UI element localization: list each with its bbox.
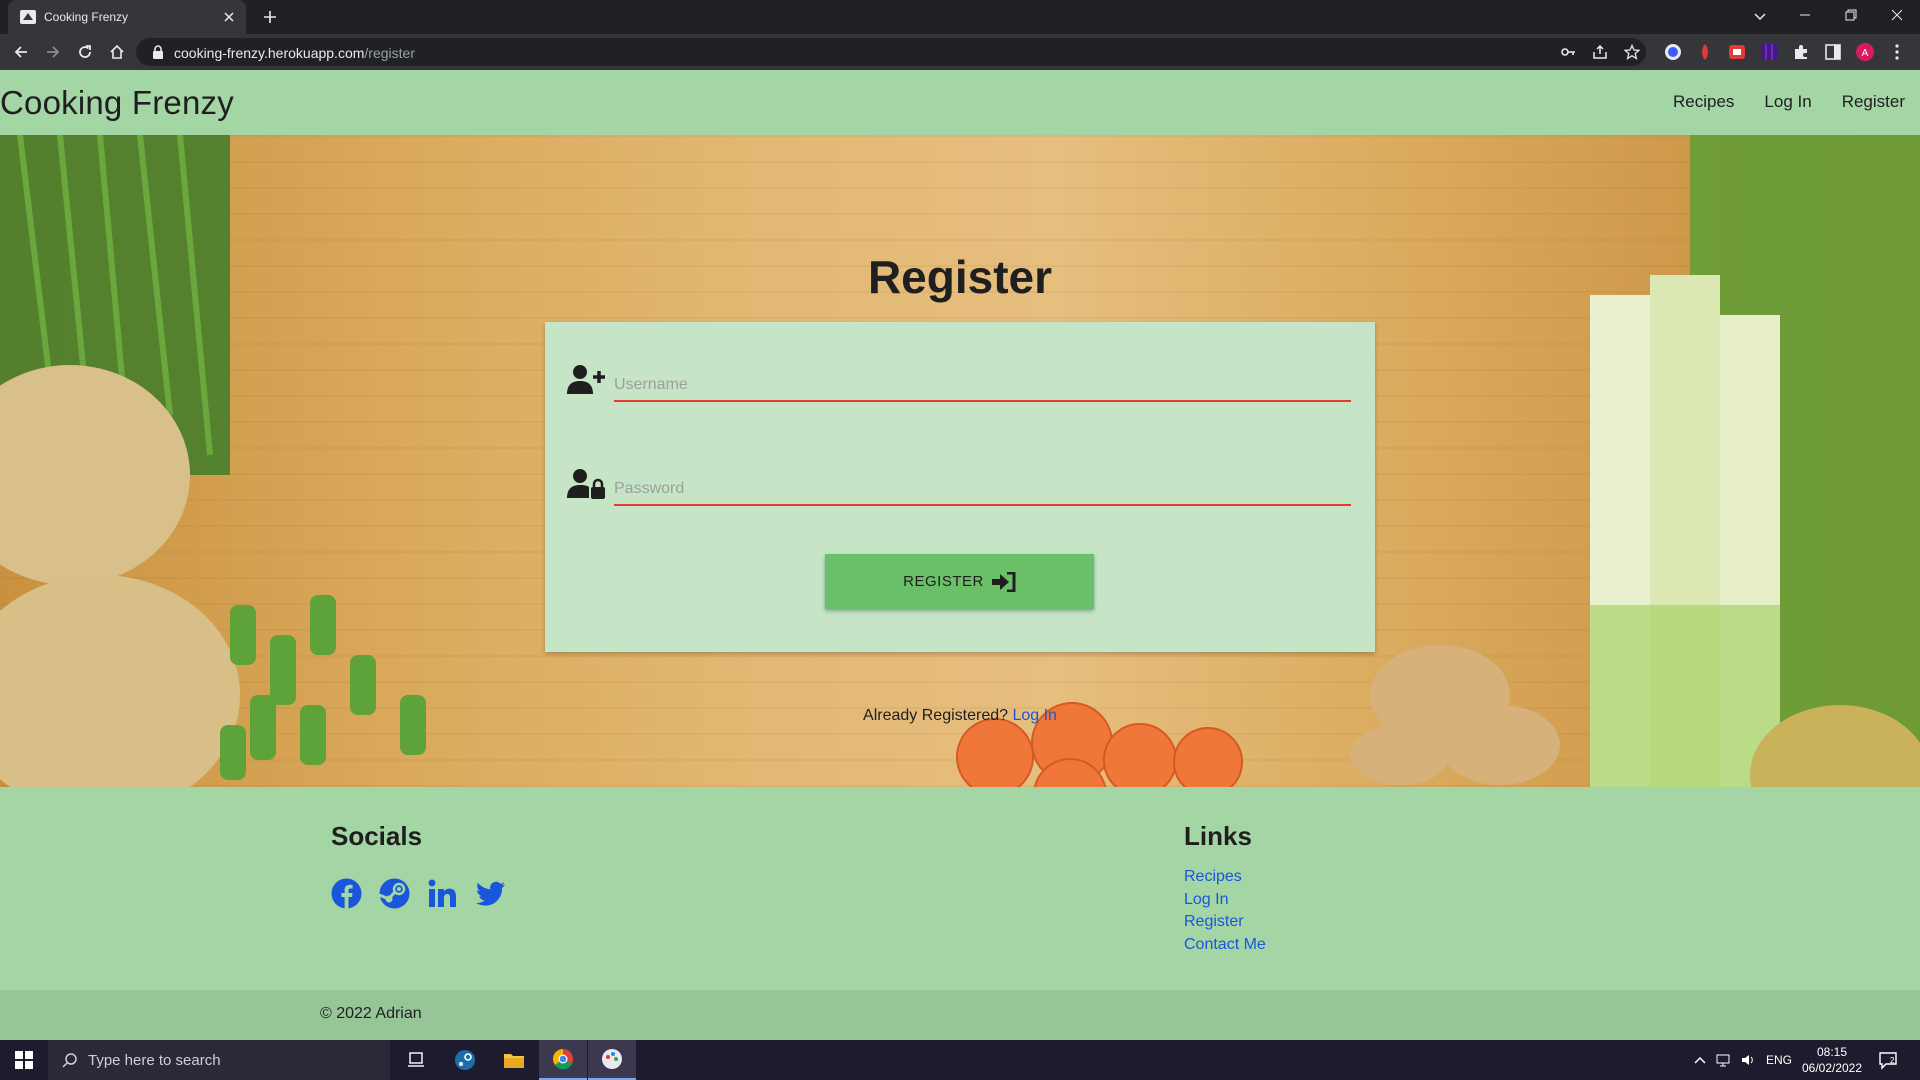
site-footer: Socials Links Recipes Log In Register Co…	[0, 787, 1920, 990]
footer-link-login[interactable]: Log In	[1184, 891, 1228, 908]
site-brand[interactable]: Cooking Frenzy	[0, 84, 234, 122]
url-host: cooking-frenzy.herokuapp.com	[174, 45, 365, 61]
already-registered-text: Already Registered? Log In	[0, 707, 1920, 725]
footer-link-contact[interactable]: Contact Me	[1184, 936, 1266, 953]
list-item: Contact Me	[1184, 934, 1266, 957]
clock-time: 08:15	[1816, 1045, 1848, 1059]
notifications-icon[interactable]: 2	[1878, 1050, 1898, 1070]
extensions-puzzle-icon[interactable]	[1792, 43, 1810, 61]
clock-date: 06/02/2022	[1801, 1061, 1863, 1075]
url-path: /register	[364, 45, 415, 61]
register-title: Register	[867, 251, 1053, 303]
back-arrow-icon[interactable]	[12, 43, 30, 61]
site-navbar: Cooking Frenzy Recipes Log In Register	[0, 70, 1920, 135]
password-field-group	[567, 448, 1353, 508]
register-form-card: REGISTER	[545, 322, 1375, 652]
nav-link-register[interactable]: Register	[1842, 92, 1905, 112]
footer-link-recipes[interactable]: Recipes	[1184, 868, 1242, 885]
window-controls	[1782, 0, 1920, 30]
password-input[interactable]	[614, 474, 1351, 506]
url-text: cooking-frenzy.herokuapp.com/register	[174, 45, 415, 61]
profile-initial: A	[1862, 48, 1869, 59]
browser-tab[interactable]: Cooking Frenzy	[8, 0, 246, 34]
close-window-icon[interactable]	[1874, 0, 1920, 30]
task-view-icon[interactable]	[392, 1040, 440, 1080]
nav-link-login[interactable]: Log In	[1764, 92, 1811, 112]
linkedin-icon[interactable]	[427, 878, 458, 909]
register-button[interactable]: REGISTER	[825, 554, 1094, 609]
already-registered-label: Already Registered?	[863, 707, 1009, 724]
bookmark-star-icon[interactable]	[1624, 44, 1640, 60]
nav-links: Recipes Log In Register	[1673, 92, 1905, 112]
network-icon[interactable]	[1716, 1052, 1732, 1068]
footer-links: Recipes Log In Register Contact Me	[1184, 866, 1266, 956]
tab-search-chevron-icon[interactable]	[1752, 8, 1768, 24]
paint-app-icon[interactable]	[588, 1040, 636, 1080]
site-favicon-icon	[20, 10, 36, 24]
minimize-icon[interactable]	[1782, 0, 1828, 30]
forward-arrow-icon[interactable]	[44, 43, 62, 61]
browser-toolbar: cooking-frenzy.herokuapp.com/register A	[0, 34, 1920, 70]
tray-chevron-up-icon[interactable]	[1692, 1052, 1708, 1068]
browser-menu-icon[interactable]	[1888, 43, 1906, 61]
extension-grid-icon[interactable]	[1760, 43, 1778, 61]
sign-in-arrow-icon	[991, 571, 1016, 592]
extension-red-icon[interactable]	[1696, 43, 1714, 61]
tab-title: Cooking Frenzy	[44, 10, 129, 24]
file-explorer-icon[interactable]	[490, 1040, 538, 1080]
password-key-icon[interactable]	[1560, 44, 1576, 60]
login-link[interactable]: Log In	[1012, 707, 1056, 724]
taskbar-clock[interactable]: 08:15 06/02/2022	[1800, 1044, 1864, 1076]
side-panel-icon[interactable]	[1824, 43, 1842, 61]
windows-taskbar: Type here to search ENG 08:15 06/02/2022…	[0, 1040, 1920, 1080]
links-heading: Links	[1184, 821, 1252, 851]
user-lock-icon	[567, 468, 605, 500]
twitter-icon[interactable]	[475, 878, 506, 909]
steam-app-icon[interactable]	[441, 1040, 489, 1080]
facebook-icon[interactable]	[331, 878, 362, 909]
user-plus-icon	[567, 364, 605, 396]
search-icon	[62, 1052, 78, 1068]
hero-background: Register REGISTER Alre	[0, 135, 1920, 787]
copyright-text: © 2022 Adrian	[320, 1005, 422, 1022]
nav-link-recipes[interactable]: Recipes	[1673, 92, 1734, 112]
new-tab-icon[interactable]	[262, 9, 278, 25]
home-icon[interactable]	[108, 43, 126, 61]
address-bar[interactable]: cooking-frenzy.herokuapp.com/register	[136, 38, 1646, 66]
list-item: Log In	[1184, 889, 1266, 912]
share-icon[interactable]	[1592, 44, 1608, 60]
reload-icon[interactable]	[76, 43, 94, 61]
language-indicator[interactable]: ENG	[1766, 1053, 1792, 1067]
extension-block-icon[interactable]	[1664, 43, 1682, 61]
volume-icon[interactable]	[1740, 1052, 1756, 1068]
register-button-label: REGISTER	[903, 573, 984, 590]
steam-icon[interactable]	[379, 878, 410, 909]
profile-avatar[interactable]: A	[1856, 43, 1874, 61]
web-page: Cooking Frenzy Recipes Log In Register R…	[0, 70, 1920, 1040]
username-field-group	[567, 344, 1353, 404]
restore-icon[interactable]	[1828, 0, 1874, 30]
socials-heading: Socials	[331, 821, 423, 851]
social-icons	[331, 878, 506, 909]
windows-start-icon[interactable]	[0, 1040, 48, 1080]
close-tab-icon[interactable]	[222, 10, 236, 24]
taskbar-search-placeholder: Type here to search	[88, 1052, 221, 1069]
taskbar-search-box[interactable]: Type here to search	[48, 1040, 390, 1080]
extension-video-icon[interactable]	[1728, 43, 1746, 61]
notification-count: 2	[1890, 1056, 1895, 1065]
footer-link-register[interactable]: Register	[1184, 913, 1244, 930]
browser-tab-strip: Cooking Frenzy	[0, 0, 1920, 34]
username-input[interactable]	[614, 370, 1351, 402]
lock-icon[interactable]	[152, 45, 164, 59]
chrome-app-icon[interactable]	[539, 1040, 587, 1080]
list-item: Recipes	[1184, 866, 1266, 889]
copyright-bar: © 2022 Adrian	[0, 990, 1920, 1040]
list-item: Register	[1184, 911, 1266, 934]
